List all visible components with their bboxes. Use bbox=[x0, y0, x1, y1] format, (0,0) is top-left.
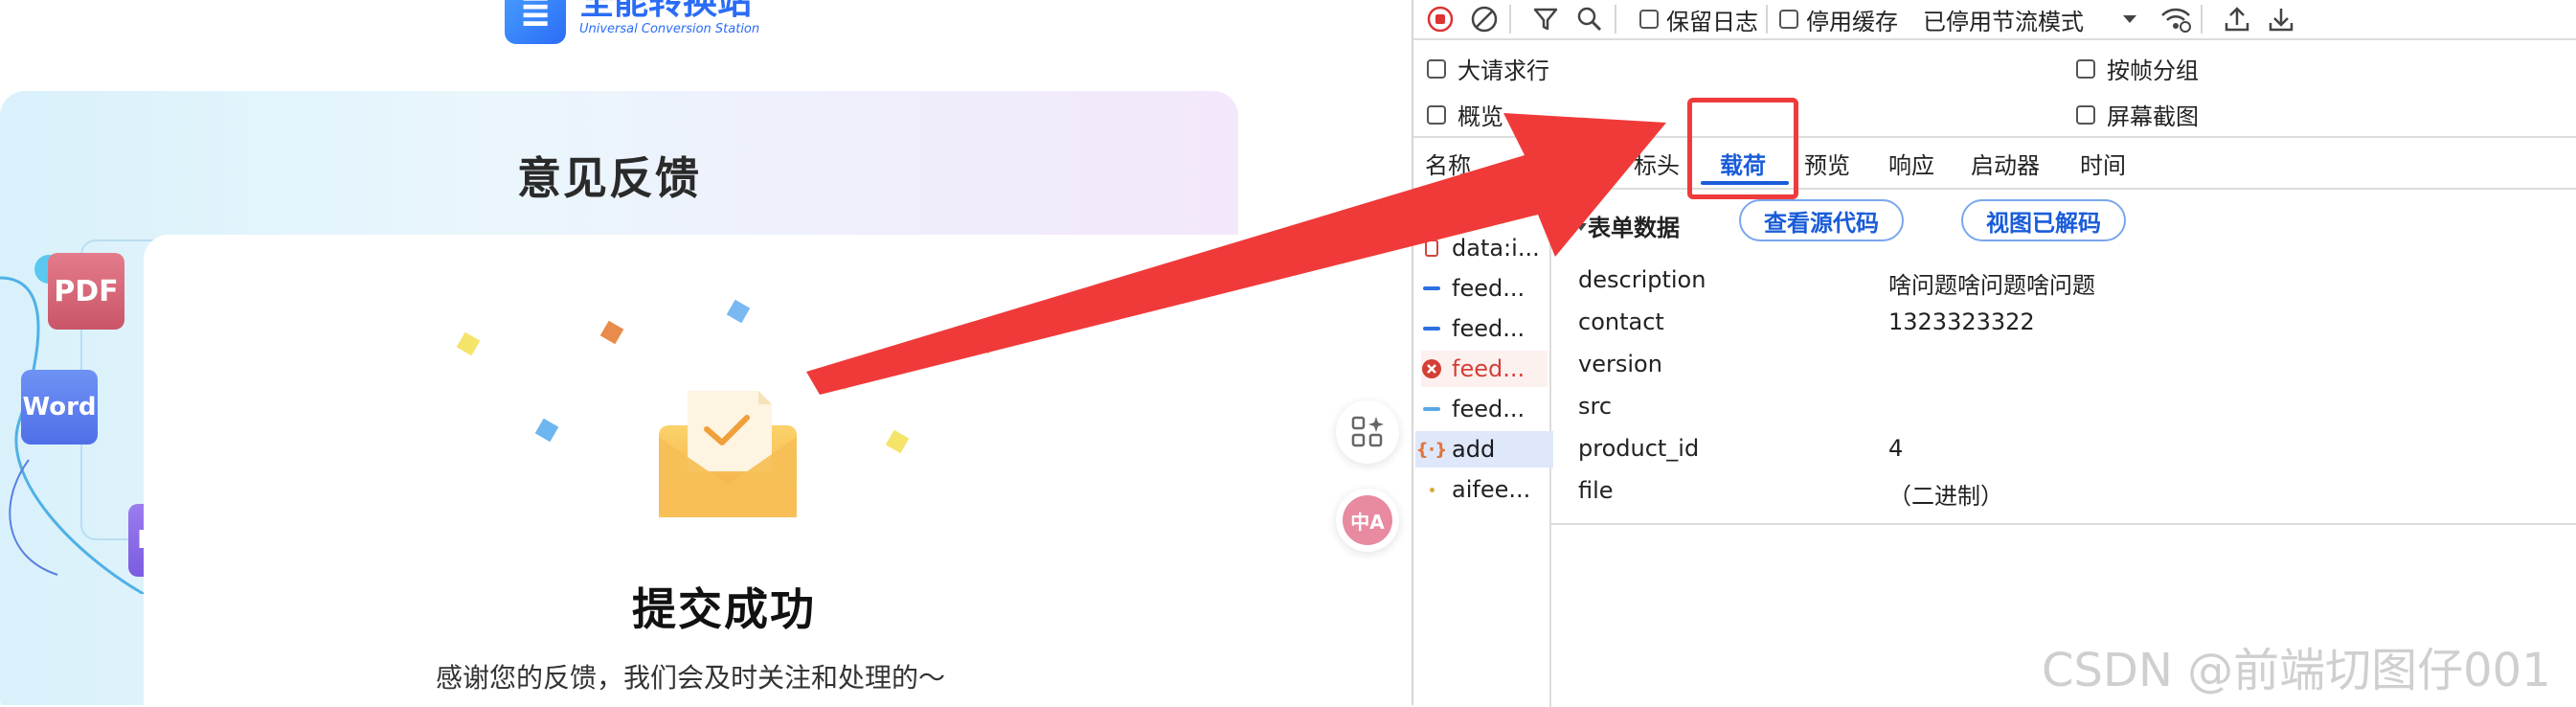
annotation-arrow bbox=[806, 113, 1666, 395]
highlight-box bbox=[1687, 98, 1798, 199]
watermark: CSDN @前端切图仔001 bbox=[2042, 644, 2551, 697]
